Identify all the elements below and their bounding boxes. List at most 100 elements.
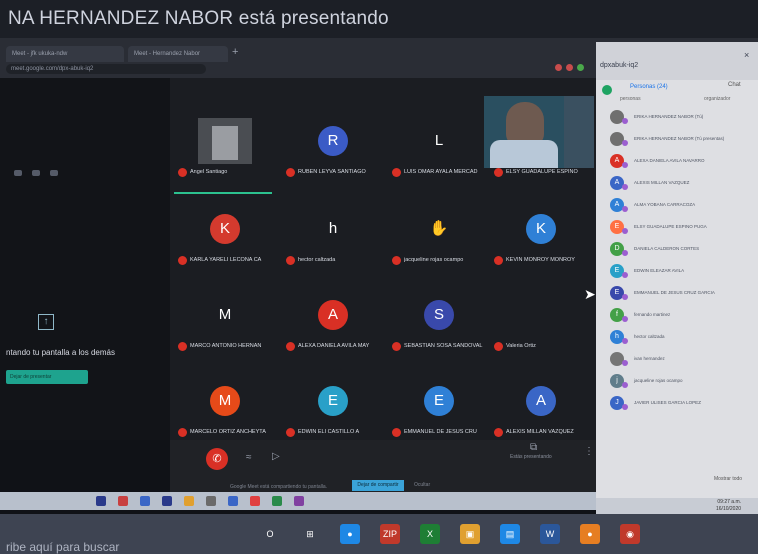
- browser-tab-1[interactable]: Meet - jfk ukuka-ndw: [6, 46, 124, 62]
- participant-list-name: ERIKA HERNANDEZ NABOR (Tú presentas): [634, 136, 725, 141]
- participant-row[interactable]: ERIKA HERNANDEZ NABOR (Tú): [596, 108, 758, 128]
- presenter-banner-text: NA HERNANDEZ NABOR está presentando: [8, 8, 389, 29]
- muted-mic-icon: [494, 342, 503, 351]
- taskbar-app-icon[interactable]: O: [260, 524, 280, 544]
- participant-list-name: hector caltzada: [634, 334, 665, 339]
- taskbar-app-icon[interactable]: ▤: [500, 524, 520, 544]
- muted-mic-icon: [494, 428, 503, 437]
- mini-control-icon[interactable]: [14, 170, 22, 176]
- muted-mic-icon: [494, 256, 503, 265]
- participant-row[interactable]: ERIKA HERNANDEZ NABOR (Tú presentas): [596, 130, 758, 150]
- participant-row[interactable]: A ALEXIS MILLAN VAZQUEZ: [596, 174, 758, 194]
- muted-mic-icon: [178, 168, 187, 177]
- close-panel-icon[interactable]: ×: [744, 50, 749, 60]
- inner-taskbar-app-icon[interactable]: [250, 496, 260, 506]
- status-dot-icon: [622, 140, 628, 146]
- participant-tile[interactable]: L LUIS OMAR AYALA MERCAD: [386, 108, 492, 192]
- participant-row[interactable]: h hector caltzada: [596, 328, 758, 348]
- show-all-link[interactable]: Mostrar todo: [714, 476, 742, 482]
- muted-mic-icon: [178, 342, 187, 351]
- more-options-icon[interactable]: ⋮: [584, 446, 594, 457]
- participant-row[interactable]: ivan hernandez: [596, 350, 758, 370]
- stop-presenting-button[interactable]: Dejar de presentar: [6, 370, 88, 384]
- new-tab-icon[interactable]: +: [232, 46, 238, 58]
- muted-mic-icon: [286, 168, 295, 177]
- taskbar-search-box[interactable]: ribe aquí para buscar: [6, 540, 119, 554]
- camera-toggle-icon[interactable]: ▷: [272, 451, 280, 462]
- participant-row[interactable]: j jacqueline rojas ocampo: [596, 372, 758, 392]
- share-mini-controls: [14, 170, 58, 176]
- inner-taskbar-app-icon[interactable]: [228, 496, 238, 506]
- status-dot-icon: [622, 316, 628, 322]
- participant-tile[interactable]: ELSY GUADALUPE ESPINO: [488, 108, 594, 192]
- participant-avatar: E: [318, 386, 348, 416]
- participant-row[interactable]: J JAVIER ULISES GARCIA LOPEZ: [596, 394, 758, 414]
- taskbar-app-icon[interactable]: ▣: [460, 524, 480, 544]
- participant-tile[interactable]: K KEVIN MONROY MONROY: [488, 196, 594, 280]
- taskbar-app-icon[interactable]: W: [540, 524, 560, 544]
- browser-tab-2[interactable]: Meet - Hernandez Nabor: [128, 46, 228, 62]
- extension-icon[interactable]: [566, 64, 573, 71]
- hide-notice-button[interactable]: Ocultar: [414, 482, 430, 488]
- inner-taskbar-app-icon[interactable]: [118, 496, 128, 506]
- status-dot-icon: [622, 382, 628, 388]
- tab-people[interactable]: Personas (24): [630, 84, 668, 90]
- sharing-notice: Google Meet está compartiendo tu pantall…: [230, 484, 328, 490]
- participant-list-name: ALMA YOBANA CARRACOZA: [634, 202, 696, 207]
- inner-taskbar-app-icon[interactable]: [184, 496, 194, 506]
- present-label: Estás presentando: [510, 454, 552, 460]
- stop-sharing-button[interactable]: Dejar de compartir: [352, 480, 404, 491]
- participant-tile[interactable]: Angel Santiago: [172, 108, 278, 192]
- taskbar-app-icon[interactable]: ⊞: [300, 524, 320, 544]
- mic-toggle-icon[interactable]: ≈: [246, 452, 252, 463]
- participant-row[interactable]: E EDWIN ELEAZAR AVILA: [596, 262, 758, 282]
- participant-row[interactable]: A ALEXA DANIELA AVILA NAVARRO: [596, 152, 758, 172]
- inner-taskbar-app-icon[interactable]: [162, 496, 172, 506]
- participant-list-name: ELSY GUADALUPE ESPINO PUGA: [634, 224, 707, 229]
- address-bar[interactable]: meet.google.com/dpx-abuk-iq2: [6, 64, 206, 74]
- inner-taskbar-app-icon[interactable]: [96, 496, 106, 506]
- participant-name: EDWIN ELI CASTILLO A: [298, 429, 360, 435]
- participant-tile[interactable]: Valeria Ortiz: [488, 282, 594, 366]
- taskbar-app-icon[interactable]: ●: [580, 524, 600, 544]
- taskbar-app-icon[interactable]: X: [420, 524, 440, 544]
- extension-icon[interactable]: [555, 64, 562, 71]
- participant-list-name: DANIELA CALDERON CORTES: [634, 246, 700, 251]
- participant-tile[interactable]: h hector caltzada: [280, 196, 386, 280]
- status-dot-icon: [622, 184, 628, 190]
- participant-row[interactable]: f fernando martinez: [596, 306, 758, 326]
- participant-tile[interactable]: K KARLA YARELI LECONA CA: [172, 196, 278, 280]
- participant-name: KEVIN MONROY MONROY: [506, 257, 575, 263]
- participant-avatar: M: [210, 386, 240, 416]
- participant-tile[interactable]: ✋ jacqueline rojas ocampo: [386, 196, 492, 280]
- participant-tile[interactable]: M MARCO ANTONIO HERNAN: [172, 282, 278, 366]
- participant-list-name: ERIKA HERNANDEZ NABOR (Tú): [634, 114, 704, 119]
- participant-tile[interactable]: S SEBASTIAN SOSA SANDOVAL: [386, 282, 492, 366]
- mini-control-icon[interactable]: [32, 170, 40, 176]
- tab-chat[interactable]: Chat: [728, 82, 741, 88]
- present-now-icon[interactable]: ⧉: [530, 442, 537, 453]
- inner-taskbar-app-icon[interactable]: [294, 496, 304, 506]
- participant-tile[interactable]: R RUBEN LEYVA SANTIAGO: [280, 108, 386, 192]
- muted-mic-icon: [392, 168, 401, 177]
- taskbar-app-icon[interactable]: ●: [340, 524, 360, 544]
- inner-taskbar-app-icon[interactable]: [206, 496, 216, 506]
- leave-call-button[interactable]: ✆: [206, 448, 228, 470]
- participant-row[interactable]: D DANIELA CALDERON CORTES: [596, 240, 758, 260]
- participant-row[interactable]: A ALMA YOBANA CARRACOZA: [596, 196, 758, 216]
- participant-list-name: ALEXIS MILLAN VAZQUEZ: [634, 180, 690, 185]
- inner-taskbar-app-icon[interactable]: [140, 496, 150, 506]
- mini-control-icon[interactable]: [50, 170, 58, 176]
- participant-name: MARCELO ORTIZ ANCHEYTA: [190, 429, 266, 435]
- participant-row[interactable]: E ELSY GUADALUPE ESPINO PUGA: [596, 218, 758, 238]
- participant-tile[interactable]: A ALEXA DANIELA AVILA MAY: [280, 282, 386, 366]
- taskbar-app-icon[interactable]: ZIP: [380, 524, 400, 544]
- inner-taskbar: [0, 492, 596, 510]
- inner-taskbar-app-icon[interactable]: [272, 496, 282, 506]
- people-subheading: personas: [620, 96, 641, 102]
- extension-icon[interactable]: [577, 64, 584, 71]
- participant-row[interactable]: E EMMANUEL DE JESUS CRUZ GARCIA: [596, 284, 758, 304]
- hand-raise-icon: ✋: [429, 220, 449, 237]
- status-dot-icon: [622, 206, 628, 212]
- taskbar-app-icon[interactable]: ◉: [620, 524, 640, 544]
